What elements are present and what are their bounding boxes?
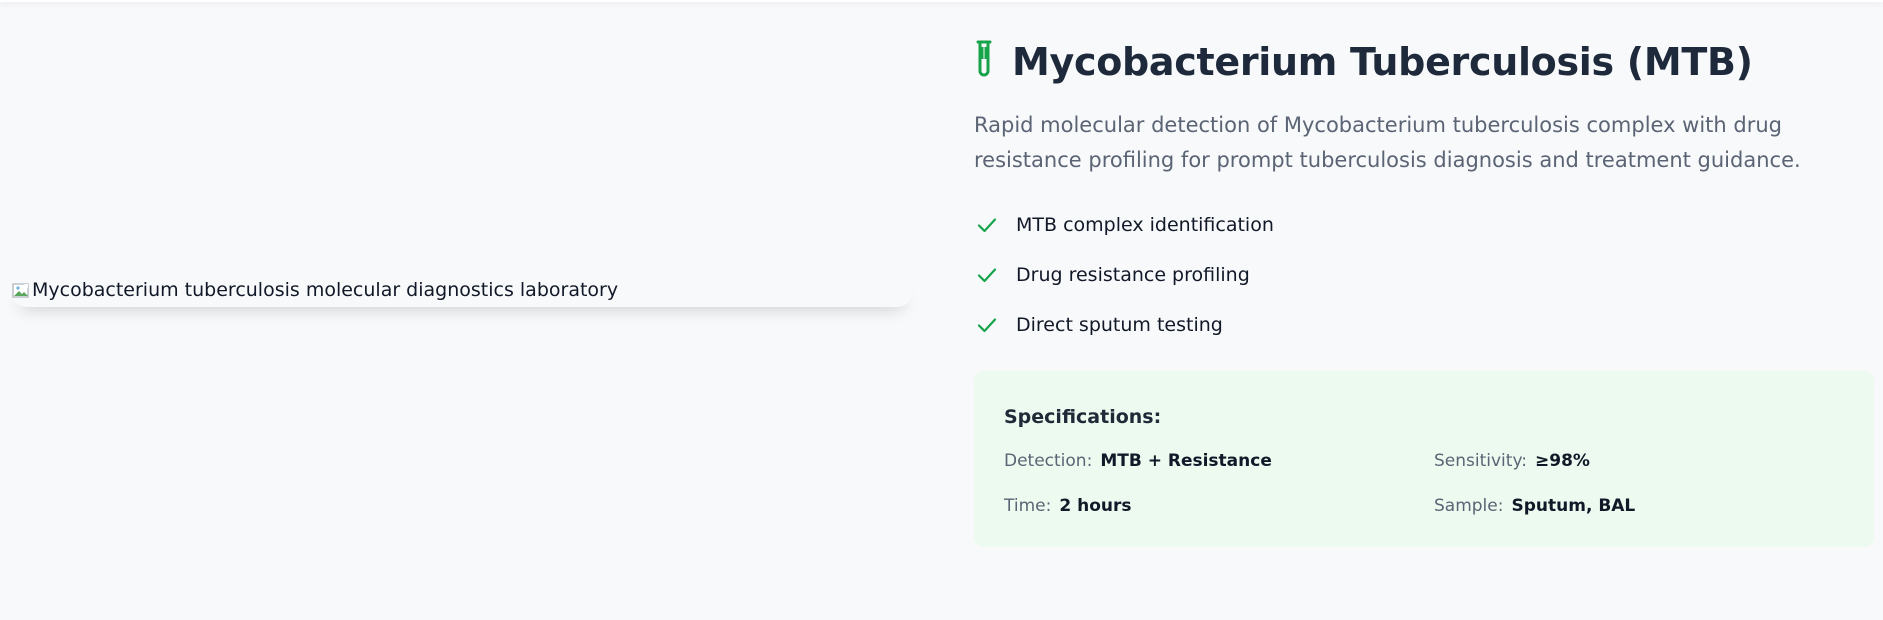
list-item: Direct sputum testing — [974, 300, 1874, 350]
image-alt-text: Mycobacterium tuberculosis molecular dia… — [32, 279, 619, 301]
spec-label: Sensitivity: — [1434, 451, 1527, 471]
checkmark-icon — [977, 268, 997, 283]
spec-sensitivity: Sensitivity: ≥98% — [1434, 451, 1590, 471]
checkmark-icon — [977, 318, 997, 333]
specifications-panel: Specifications: Detection: MTB + Resistan… — [974, 371, 1874, 547]
product-details: Mycobacterium Tuberculosis (MTB) Rapid m… — [974, 38, 1874, 547]
specifications-title: Specifications: — [1004, 406, 1162, 428]
test-tube-icon — [974, 40, 994, 84]
feature-list: MTB complex identification Drug resistan… — [974, 200, 1874, 350]
title-row: Mycobacterium Tuberculosis (MTB) — [974, 38, 1874, 86]
spec-label: Time: — [1004, 496, 1052, 516]
spec-label: Sample: — [1434, 496, 1504, 516]
header-shadow — [0, 0, 1883, 2]
list-item: Drug resistance profiling — [974, 250, 1874, 300]
spec-value: ≥98% — [1535, 451, 1590, 471]
feature-label: Direct sputum testing — [1016, 314, 1223, 336]
spec-sample: Sample: Sputum, BAL — [1434, 496, 1635, 516]
spec-detection: Detection: MTB + Resistance — [1004, 451, 1272, 471]
page-title: Mycobacterium Tuberculosis (MTB) — [1012, 40, 1753, 84]
spec-value: 2 hours — [1059, 496, 1132, 516]
product-description: Rapid molecular detection of Mycobacteri… — [974, 113, 1801, 172]
spec-value: Sputum, BAL — [1511, 496, 1636, 516]
spec-value: MTB + Resistance — [1100, 451, 1272, 471]
feature-label: MTB complex identification — [1016, 214, 1274, 236]
spec-label: Detection: — [1004, 451, 1093, 471]
broken-image-icon — [12, 281, 30, 299]
list-item: MTB complex identification — [974, 200, 1874, 250]
product-image: Mycobacterium tuberculosis molecular dia… — [12, 277, 912, 307]
checkmark-icon — [977, 218, 997, 233]
spec-time: Time: 2 hours — [1004, 496, 1131, 516]
broken-image-placeholder: Mycobacterium tuberculosis molecular dia… — [12, 279, 618, 301]
feature-label: Drug resistance profiling — [1016, 264, 1250, 286]
